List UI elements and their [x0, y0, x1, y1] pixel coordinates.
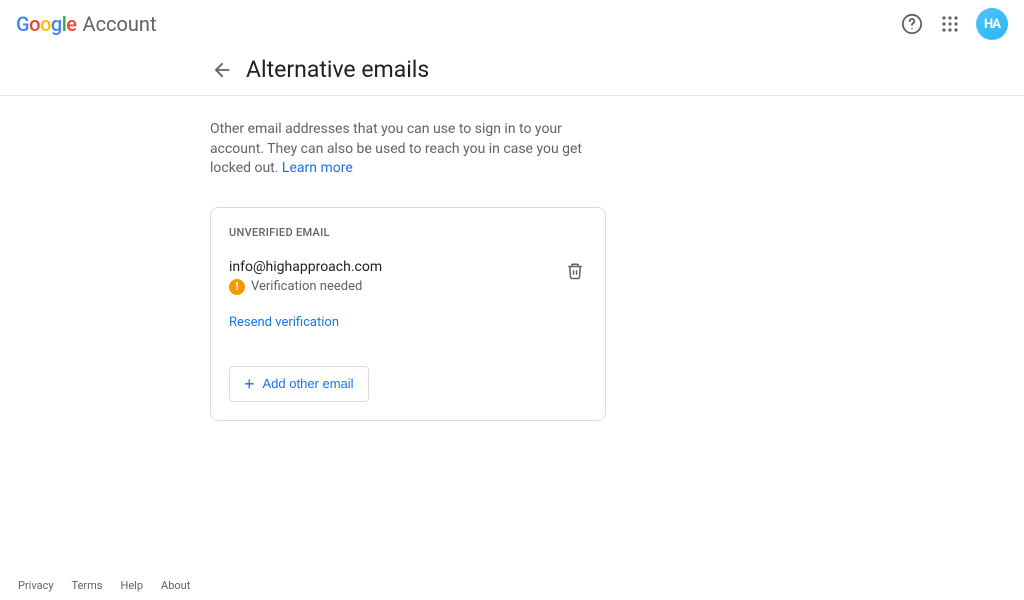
help-icon[interactable] [900, 12, 924, 36]
header-actions: HA [900, 8, 1008, 40]
avatar[interactable]: HA [976, 8, 1008, 40]
footer-terms-link[interactable]: Terms [72, 579, 103, 592]
warning-icon: ! [229, 279, 245, 295]
delete-button[interactable] [563, 259, 587, 283]
main-content: Other email addresses that you can use t… [0, 96, 620, 421]
description-text: Other email addresses that you can use t… [210, 121, 582, 176]
footer-about-link[interactable]: About [161, 579, 190, 592]
resend-verification-link[interactable]: Resend verification [229, 315, 339, 330]
page-description: Other email addresses that you can use t… [210, 120, 610, 179]
footer-help-link[interactable]: Help [120, 579, 143, 592]
title-row: Alternative emails [0, 48, 1024, 96]
email-row: info@highapproach.com ! Verification nee… [229, 259, 587, 295]
back-button[interactable] [210, 58, 234, 82]
apps-grid-icon[interactable] [938, 12, 962, 36]
logo-area[interactable]: Google Account [16, 12, 157, 36]
add-button-label: Add other email [263, 376, 354, 391]
card-section-label: UNVERIFIED EMAIL [229, 226, 587, 239]
add-other-email-button[interactable]: + Add other email [229, 366, 369, 402]
verification-status: ! Verification needed [229, 279, 563, 295]
footer: Privacy Terms Help About [18, 579, 190, 592]
email-address: info@highapproach.com [229, 259, 563, 275]
page-title: Alternative emails [246, 56, 429, 83]
plus-icon: + [244, 375, 255, 393]
app-header: Google Account HA [0, 0, 1024, 48]
product-name: Account [83, 12, 157, 36]
footer-privacy-link[interactable]: Privacy [18, 579, 54, 592]
learn-more-link[interactable]: Learn more [282, 160, 353, 176]
verification-text: Verification needed [251, 279, 362, 294]
google-logo: Google [16, 12, 77, 36]
email-card: UNVERIFIED EMAIL info@highapproach.com !… [210, 207, 606, 421]
email-info: info@highapproach.com ! Verification nee… [229, 259, 563, 295]
